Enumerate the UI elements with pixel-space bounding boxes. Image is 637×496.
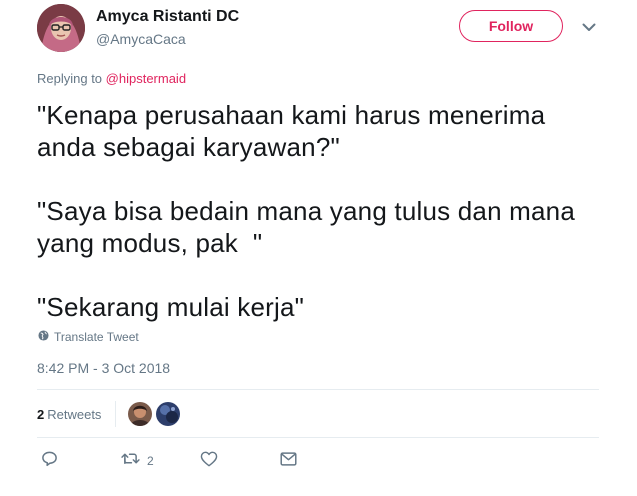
retweeter-avatar[interactable] (155, 401, 182, 427)
tweet-paragraph-1: "Kenapa perusahaan kami harus menerima a… (37, 100, 553, 162)
timestamp[interactable]: 8:42 PM - 3 Oct 2018 (37, 360, 170, 376)
replying-prefix: Replying to (37, 71, 106, 86)
follow-button[interactable]: Follow (459, 10, 563, 42)
chevron-down-icon[interactable] (580, 18, 598, 36)
replying-to: Replying to @hipstermaid (37, 71, 186, 86)
tweet-paragraph-2: "Saya bisa bedain mana yang tulus dan ma… (37, 196, 583, 258)
mention-link[interactable]: @hipstermaid (106, 71, 186, 86)
reply-icon (41, 450, 58, 472)
like-button[interactable] (200, 449, 218, 473)
direct-message-button[interactable] (280, 449, 297, 473)
divider (37, 389, 599, 390)
retweets-count[interactable]: 2 (37, 407, 44, 422)
stats-separator (115, 401, 117, 427)
translate-tweet-button[interactable]: Translate Tweet (38, 330, 139, 344)
retweet-icon (120, 451, 141, 471)
user-handle[interactable]: @AmycaCaca (96, 31, 186, 47)
translate-label: Translate Tweet (54, 330, 139, 344)
tweet: Amyca Ristanti DC @AmycaCaca Follow Repl… (0, 0, 637, 496)
avatar[interactable] (37, 4, 85, 52)
display-name[interactable]: Amyca Ristanti DC (96, 8, 239, 26)
divider (37, 437, 599, 438)
reply-button[interactable] (41, 449, 58, 473)
direct-message-icon (280, 451, 297, 471)
globe-icon (38, 330, 49, 344)
retweeter-avatar[interactable] (127, 401, 154, 427)
retweets-label[interactable]: Retweets (47, 407, 101, 422)
retweet-count: 2 (147, 454, 154, 468)
tweet-stats: 2 Retweets (37, 399, 183, 429)
retweet-button[interactable]: 2 (120, 449, 154, 473)
action-bar: 2 (38, 449, 318, 473)
like-icon (200, 451, 218, 472)
tweet-paragraph-3: "Sekarang mulai kerja" (37, 292, 305, 322)
tweet-text: "Kenapa perusahaan kami harus menerima a… (37, 99, 607, 323)
